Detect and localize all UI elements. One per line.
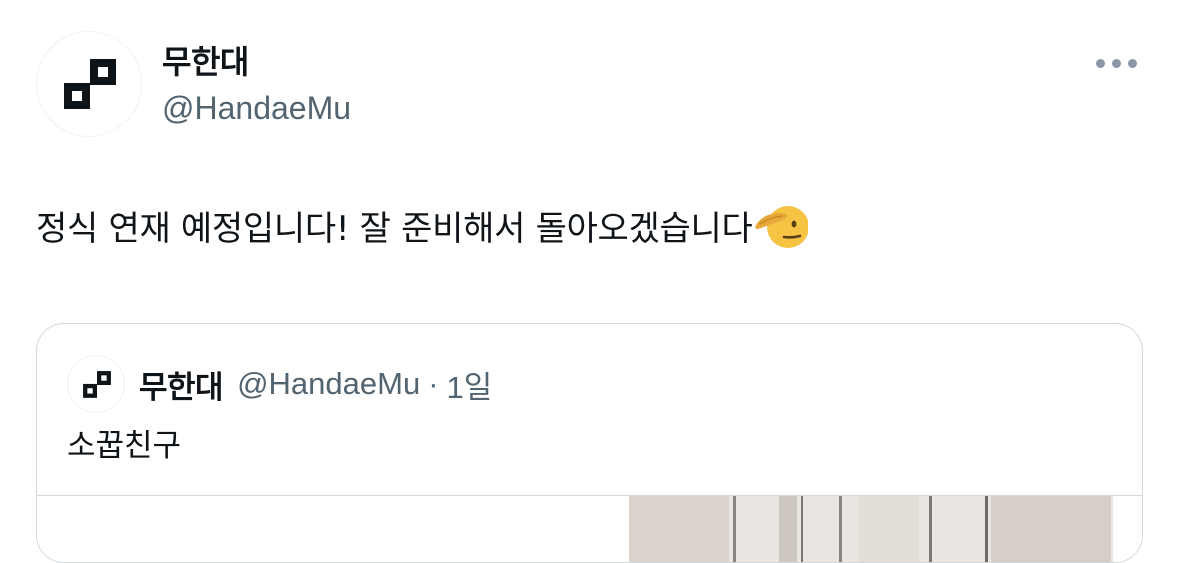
comic-panel-image[interactable] [629, 496, 1113, 562]
quoted-media-area [37, 495, 1142, 562]
author-display-name[interactable]: 무한대 [162, 40, 249, 84]
pixel-logo-icon [64, 59, 116, 109]
saluting-face-emoji [755, 206, 809, 248]
quoted-author-avatar[interactable] [67, 355, 125, 413]
author-avatar[interactable] [36, 31, 142, 137]
quoted-tweet-header: 무한대 @HandaeMu · 1일 [67, 354, 492, 414]
quoted-timestamp[interactable]: 1일 [447, 362, 493, 407]
more-options-button[interactable] [1086, 45, 1146, 81]
quoted-separator: · [428, 366, 439, 401]
quoted-tweet-card[interactable]: 무한대 @HandaeMu · 1일 소꿉친구 [36, 323, 1143, 563]
more-horizontal-icon [1095, 58, 1105, 68]
quoted-author-name[interactable]: 무한대 [139, 362, 224, 407]
tweet-text: 정식 연재 예정입니다! 잘 준비해서 돌아오겠습니다 [36, 200, 809, 257]
quoted-tweet-text: 소꿉친구 [67, 428, 182, 464]
pixel-logo-icon [83, 371, 111, 398]
quoted-author-handle[interactable]: @HandaeMu [237, 366, 420, 402]
more-horizontal-icon [1111, 58, 1121, 68]
more-horizontal-icon [1127, 58, 1137, 68]
author-handle[interactable]: @HandaeMu [162, 86, 351, 130]
tweet-text-content: 정식 연재 예정입니다! 잘 준비해서 돌아오겠습니다 [36, 209, 753, 249]
